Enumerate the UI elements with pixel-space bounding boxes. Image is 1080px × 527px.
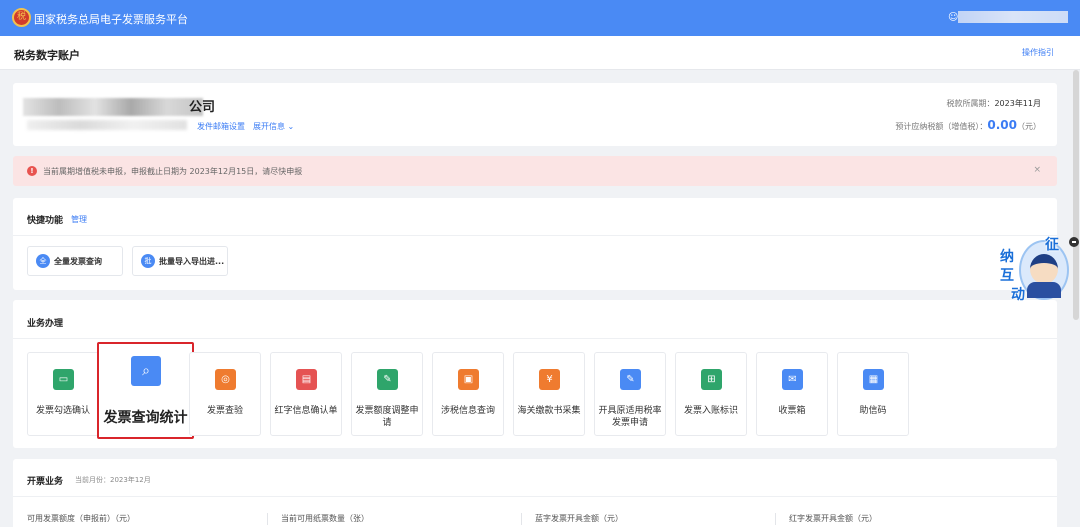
stat-paper-invoice-count: 当前可用纸票数量（张） xyxy=(281,514,369,523)
tile-inbox[interactable]: ✉ 收票箱 xyxy=(756,352,828,436)
quota-edit-icon: ✎ xyxy=(377,369,398,390)
qr-code-icon: ▦ xyxy=(863,369,884,390)
mascot-officer-icon xyxy=(1030,254,1058,284)
current-month: 当前月份：2023年12月 xyxy=(75,475,151,485)
red-invoice-icon: ▤ xyxy=(296,369,317,390)
tile-invoice-verify[interactable]: ◎ 发票查验 xyxy=(189,352,261,436)
tile-label: 开具原适用税率发票申请 xyxy=(598,406,662,428)
stat-separator xyxy=(775,513,776,525)
user-icon[interactable]: ☺ xyxy=(948,12,958,23)
page-title: 税务数字账户 xyxy=(14,49,80,62)
username-masked[interactable] xyxy=(958,11,1068,23)
operation-guide-link[interactable]: 操作指引 xyxy=(1022,47,1054,58)
tile-label: 发票查验 xyxy=(206,406,243,416)
quick-batch-icon: 批 xyxy=(141,254,155,268)
top-navbar: 税 国家税务总局电子发票服务平台 ☺ xyxy=(0,0,1080,36)
tile-customs-collection[interactable]: ¥ 海关缴款书采集 xyxy=(513,352,585,436)
tile-label: 海关缴款书采集 xyxy=(517,406,581,416)
mail-icon: ✉ xyxy=(782,369,803,390)
tax-period: 税款所属期：2023年11月 xyxy=(946,98,1041,109)
search-document-icon: ⌕ xyxy=(131,356,161,386)
estimated-tax: 预计应纳税额（增值税）：0.00（元） xyxy=(895,118,1041,132)
tile-tax-info-query[interactable]: ▣ 涉税信息查询 xyxy=(432,352,504,436)
close-icon[interactable]: × xyxy=(1033,165,1041,175)
mascot-char: 动 xyxy=(1011,287,1025,303)
quick-full-invoice-query-button[interactable]: 全 全量发票查询 xyxy=(27,246,123,276)
tax-period-label: 税款所属期： xyxy=(946,99,995,108)
platform-title: 国家税务总局电子发票服务平台 xyxy=(34,13,188,26)
declaration-alert: ! 当前属期增值税未申报，申报截止日期为 2023年12月15日，请尽快申报 × xyxy=(13,156,1057,186)
manage-link[interactable]: 管理 xyxy=(71,214,87,225)
stat-red-invoice-amount: 红字发票开具金额（元） xyxy=(789,514,877,523)
estimated-tax-unit: （元） xyxy=(1017,122,1041,131)
quick-functions-title: 快捷功能 xyxy=(27,216,64,226)
stat-available-quota: 可用发票额度（申报前）（元） xyxy=(27,514,135,523)
page-scrollbar[interactable] xyxy=(1073,70,1079,320)
tile-red-invoice-confirm[interactable]: ▤ 红字信息确认单 xyxy=(270,352,342,436)
business-title: 业务办理 xyxy=(27,319,64,329)
tile-label: 发票额度调整申请 xyxy=(355,406,419,428)
chevron-down-icon: ⌄ xyxy=(287,122,295,131)
current-month-label: 当前月份： xyxy=(75,476,110,484)
tile-invoice-book-entry[interactable]: ⊞ 发票入账标识 xyxy=(675,352,747,436)
mascot-body xyxy=(1027,282,1061,298)
tile-invoice-query-statistics[interactable]: ⌕ 发票查询统计 xyxy=(97,342,194,439)
ticket-icon: ▭ xyxy=(53,369,74,390)
tile-label: 红字信息确认单 xyxy=(274,406,338,416)
alert-message: 当前属期增值税未申报，申报截止日期为 2023年12月15日，请尽快申报 xyxy=(43,167,303,176)
tax-interaction-mascot-widget[interactable]: 征 纳 互 动 xyxy=(997,234,1072,304)
estimated-tax-amount: 0.00 xyxy=(987,118,1017,132)
invoicing-card: 开票业务 当前月份：2023年12月 可用发票额度（申报前）（元） 当前可用纸票… xyxy=(13,459,1057,527)
company-name-masked xyxy=(23,98,203,116)
quick-batch-import-export-button[interactable]: 批 批量导入导出进... xyxy=(132,246,228,276)
mascot-char: 征 xyxy=(1045,237,1059,253)
divider xyxy=(13,235,1057,236)
stat-separator xyxy=(267,513,268,525)
page-header: 税务数字账户 操作指引 xyxy=(0,36,1080,70)
company-id-masked xyxy=(27,120,187,130)
current-month-value: 2023年12月 xyxy=(110,476,151,484)
tile-original-rate-apply[interactable]: ✎ 开具原适用税率发票申请 xyxy=(594,352,666,436)
tax-period-value: 2023年11月 xyxy=(994,99,1041,108)
invoicing-title: 开票业务 xyxy=(27,477,64,487)
book-entry-icon: ⊞ xyxy=(701,369,722,390)
mascot-char: 互 xyxy=(1000,268,1014,284)
estimated-tax-label: 预计应纳税额（增值税）： xyxy=(895,122,988,131)
tile-label: 收票箱 xyxy=(778,406,806,416)
divider xyxy=(13,496,1057,497)
tile-label: 发票入账标识 xyxy=(683,406,738,416)
tax-info-icon: ▣ xyxy=(458,369,479,390)
tile-label: 助信码 xyxy=(859,406,887,416)
tile-credit-code[interactable]: ▦ 助信码 xyxy=(837,352,909,436)
tile-invoice-check-confirm[interactable]: ▭ 发票勾选确认 xyxy=(27,352,99,436)
quick-button-label: 批量导入导出进... xyxy=(159,257,225,266)
company-name-suffix: 公司 xyxy=(189,100,216,115)
alert-icon: ! xyxy=(27,166,37,176)
tile-label: 发票查询统计 xyxy=(103,410,188,426)
quick-functions-card: 快捷功能 管理 全 全量发票查询 批 批量导入导出进... xyxy=(13,198,1057,290)
mascot-char: 纳 xyxy=(1000,249,1014,265)
customs-icon: ¥ xyxy=(539,369,560,390)
stat-separator xyxy=(521,513,522,525)
expand-info-label: 展开信息 xyxy=(253,122,285,131)
divider xyxy=(13,338,1057,339)
verify-icon: ◎ xyxy=(215,369,236,390)
company-info-card: 公司 发件邮箱设置 展开信息 ⌄ 税款所属期：2023年11月 预计应纳税额（增… xyxy=(13,83,1057,146)
expand-info-link[interactable]: 展开信息 ⌄ xyxy=(253,121,294,132)
quick-full-query-icon: 全 xyxy=(36,254,50,268)
stat-blue-invoice-amount: 蓝字发票开具金额（元） xyxy=(535,514,623,523)
tile-quota-adjust-apply[interactable]: ✎ 发票额度调整申请 xyxy=(351,352,423,436)
email-setting-link[interactable]: 发件邮箱设置 xyxy=(197,121,245,132)
quick-button-label: 全量发票查询 xyxy=(54,257,102,266)
tile-label: 涉税信息查询 xyxy=(440,406,495,416)
rate-apply-icon: ✎ xyxy=(620,369,641,390)
business-card: 业务办理 ▭ 发票勾选确认 ⌕ 发票查询统计 ◎ 发票查验 ▤ 红字信息确认单 … xyxy=(13,300,1057,448)
tile-label: 发票勾选确认 xyxy=(35,406,90,416)
tax-emblem-logo: 税 xyxy=(12,8,31,27)
